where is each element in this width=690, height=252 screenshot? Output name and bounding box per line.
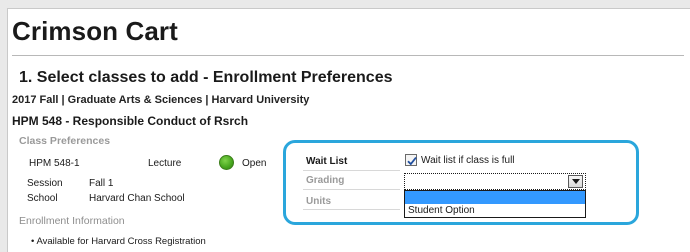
- units-divider: [303, 209, 400, 210]
- title-divider: [12, 55, 684, 56]
- enrollment-bullet-text: Available for Harvard Cross Registration: [36, 236, 206, 247]
- wait-list-checkbox-label[interactable]: Wait list if class is full: [421, 155, 515, 166]
- class-preferences-label: Class Preferences: [19, 135, 111, 147]
- grading-option-blank[interactable]: [405, 191, 585, 204]
- term-line: 2017 Fall | Graduate Arts & Sciences | H…: [12, 94, 310, 106]
- grading-dropdown-list: Student Option: [404, 190, 586, 218]
- grading-select[interactable]: [404, 173, 586, 190]
- grading-label: Grading: [306, 175, 345, 186]
- school-label: School: [27, 193, 58, 204]
- class-status: Open: [242, 158, 267, 169]
- bullet-icon: •: [31, 236, 35, 247]
- app-title: Crimson Cart: [12, 16, 178, 46]
- chevron-down-icon: [572, 179, 580, 184]
- class-section: HPM 548-1: [29, 158, 80, 169]
- grading-divider: [303, 189, 400, 190]
- dropdown-arrow-button[interactable]: [568, 175, 583, 188]
- session-label: Session: [27, 178, 63, 189]
- course-title: HPM 548 - Responsible Conduct of Rsrch: [12, 114, 249, 128]
- wait-list-checkbox[interactable]: [405, 154, 417, 166]
- enrollment-information-label: Enrollment Information: [19, 215, 125, 227]
- session-value: Fall 1: [89, 178, 114, 189]
- step-heading: 1. Select classes to add - Enrollment Pr…: [19, 69, 393, 86]
- open-status-icon: [219, 155, 234, 170]
- enrollment-bullet: • Available for Harvard Cross Registrati…: [31, 236, 206, 247]
- units-label: Units: [306, 196, 331, 207]
- grading-option-student[interactable]: Student Option: [408, 205, 475, 216]
- class-component: Lecture: [148, 158, 182, 169]
- school-value: Harvard Chan School: [89, 193, 185, 204]
- checkmark-icon: [407, 156, 417, 166]
- wait-list-label: Wait List: [306, 156, 348, 167]
- wait-list-divider: [303, 170, 400, 171]
